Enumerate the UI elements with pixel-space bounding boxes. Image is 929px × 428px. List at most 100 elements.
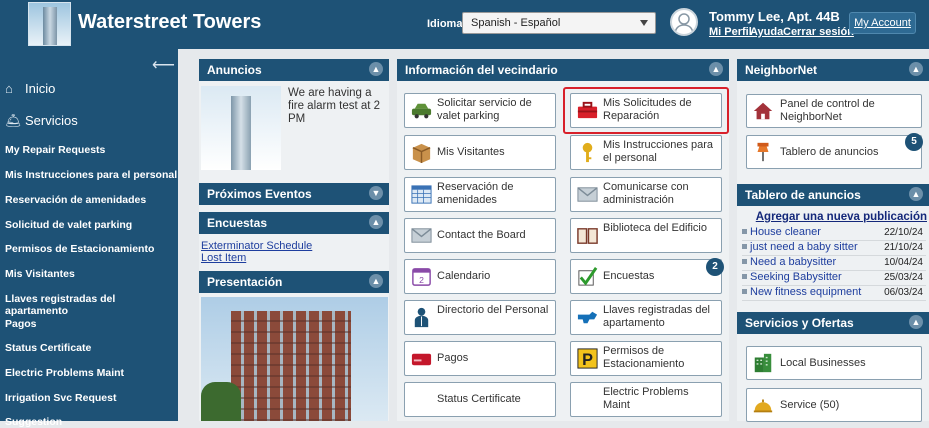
book-icon	[577, 228, 598, 244]
tile-status-certificate[interactable]: Status Certificate	[404, 382, 556, 417]
car-icon	[411, 103, 432, 119]
collapse-icon[interactable]: ▲	[909, 62, 923, 76]
profile-link[interactable]: Mi Perfil	[709, 26, 752, 38]
tile-contact-admin[interactable]: Comunicarse con administración	[570, 177, 722, 212]
tile-service[interactable]: Service (50)	[746, 388, 922, 422]
sidebar-item-status-certificate[interactable]: Status Certificate	[5, 342, 91, 354]
sidebar-item-visitors[interactable]: Mis Visitantes	[5, 268, 75, 280]
tile-library[interactable]: Biblioteca del Edificio	[570, 218, 722, 253]
collapse-icon[interactable]: ▲	[709, 62, 723, 76]
list-item[interactable]: Need a babysitter 10/04/24	[742, 256, 926, 271]
language-value: Spanish - Español	[471, 17, 561, 29]
list-item[interactable]: Seeking Babysitter 25/03/24	[742, 271, 926, 286]
user-name: Tommy Lee, Apt. 44B	[709, 9, 840, 24]
tile-payments[interactable]: Pagos	[404, 341, 556, 376]
presentation-image	[201, 297, 388, 421]
collapse-arrow-icon[interactable]: ⟵	[152, 55, 175, 75]
collapse-icon[interactable]: ▲	[909, 187, 923, 201]
tile-staff-directory[interactable]: Directorio del Personal	[404, 300, 556, 335]
bullet-icon	[742, 289, 747, 294]
bullet-icon	[742, 229, 747, 234]
survey-link[interactable]: Exterminator Schedule	[201, 240, 312, 252]
collapse-icon[interactable]: ▲	[909, 315, 923, 329]
collapse-icon[interactable]: ▲	[369, 274, 383, 288]
envelope-icon	[411, 228, 432, 243]
collapse-icon[interactable]: ▲	[369, 215, 383, 229]
anuncios-text: We are having a fire alarm test at 2 PM	[288, 87, 381, 125]
expand-icon[interactable]: ▼	[369, 186, 383, 200]
sidebar-item-repair-requests[interactable]: My Repair Requests	[5, 144, 105, 156]
add-post-link[interactable]: Agregar una nueva publicación	[756, 211, 927, 223]
neighbornet-header: NeighborNet ▲	[737, 59, 929, 81]
tile-contact-board[interactable]: Contact the Board	[404, 218, 556, 253]
tile-registered-keys[interactable]: Llaves registradas del apartamento	[570, 300, 722, 335]
bullet-icon	[742, 244, 747, 249]
key-icon	[582, 142, 593, 163]
eventos-header[interactable]: Próximos Eventos ▼	[199, 183, 389, 205]
notification-badge: 5	[905, 133, 923, 151]
sidebar-item-suggestion[interactable]: Suggestion	[5, 416, 62, 428]
anuncios-image	[201, 86, 281, 170]
sidebar-item-parking[interactable]: Permisos de Estacionamiento	[5, 243, 154, 255]
envelope-icon	[577, 187, 598, 202]
list-item[interactable]: House cleaner 22/10/24	[742, 226, 926, 241]
house-icon	[753, 102, 773, 120]
survey-link[interactable]: Lost Item	[201, 252, 246, 264]
checkmark-icon	[578, 267, 598, 286]
tablero-header: Tablero de anuncios ▲	[737, 184, 929, 206]
app-title: Waterstreet Towers	[78, 11, 262, 33]
vecindario-header: Información del vecindario ▲	[397, 59, 729, 81]
encuestas-header: Encuestas ▲	[199, 212, 389, 234]
svg-text:P: P	[582, 351, 593, 369]
service-bell-icon: 🛎	[5, 113, 22, 128]
help-link[interactable]: Ayuda	[750, 26, 783, 38]
anuncios-header: Anuncios ▲	[199, 59, 389, 81]
sidebar-item-servicios[interactable]: 🛎 Servicios	[5, 113, 78, 129]
bullet-icon	[742, 274, 747, 279]
parking-icon: P	[577, 348, 598, 369]
list-item[interactable]: just need a baby sitter 21/10/24	[742, 241, 926, 256]
pushpin-icon	[757, 142, 769, 162]
tile-calendar[interactable]: 2 Calendario	[404, 259, 556, 294]
tile-surveys[interactable]: Encuestas	[570, 259, 722, 294]
bullet-icon	[742, 259, 747, 264]
tile-amenities[interactable]: Reservación de amenidades	[404, 177, 556, 212]
avatar[interactable]	[670, 8, 698, 36]
header-bar: Waterstreet Towers Idioma: Spanish - Esp…	[0, 0, 929, 49]
sidebar-item-electric[interactable]: Electric Problems Maint	[5, 367, 124, 379]
visitors-box-icon	[412, 143, 431, 164]
tile-parking-permits[interactable]: P Permisos de Estacionamiento	[570, 341, 722, 376]
collapse-icon[interactable]: ▲	[369, 62, 383, 76]
language-select[interactable]: Spanish - Español	[462, 12, 656, 34]
tile-visitors[interactable]: Mis Visitantes	[404, 135, 556, 170]
sidebar-item-payments[interactable]: Pagos	[5, 318, 37, 330]
tile-local-businesses[interactable]: Local Businesses	[746, 346, 922, 380]
sidebar-item-valet[interactable]: Solicitud de valet parking	[5, 219, 132, 231]
list-item[interactable]: New fitness equipment 06/03/24	[742, 286, 926, 301]
tile-valet-parking[interactable]: Solicitar servicio de valet parking	[404, 93, 556, 128]
tile-neighbornet-dashboard[interactable]: Panel de control de NeighborNet	[746, 94, 922, 128]
svg-text:2: 2	[419, 275, 424, 285]
language-label: Idioma:	[427, 18, 467, 30]
sidebar-item-staff-instructions[interactable]: Mis Instrucciones para el personal	[5, 169, 177, 181]
my-account-button[interactable]: My Account	[849, 12, 916, 34]
sidebar-item-keys[interactable]: Llaves registradas del apartamento	[5, 293, 178, 317]
tile-bulletin-board[interactable]: Tablero de anuncios	[746, 135, 922, 169]
calendar-grid-icon	[411, 185, 432, 204]
building-icon	[754, 353, 772, 373]
logout-link[interactable]: Cerrar sesión	[783, 26, 854, 38]
credit-card-icon	[411, 353, 432, 366]
chevron-down-icon	[640, 20, 648, 26]
sidebar-item-label: Inicio	[25, 81, 56, 96]
sidebar-item-irrigation[interactable]: Irrigation Svc Request	[5, 392, 116, 404]
sidebar-item-amenities[interactable]: Reservación de amenidades	[5, 194, 146, 206]
sidebar-item-label: Servicios	[25, 113, 78, 128]
home-icon: ⌂	[5, 81, 13, 96]
tile-electric-problems[interactable]: Electric Problems Maint	[570, 382, 722, 417]
tile-staff-instructions[interactable]: Mis Instrucciones para el personal	[570, 135, 722, 170]
sidebar-item-inicio[interactable]: ⌂ Inicio	[5, 81, 55, 96]
key-ring-icon	[577, 311, 598, 324]
notification-badge: 2	[706, 258, 724, 276]
building-logo	[28, 2, 71, 46]
presentacion-header: Presentación ▲	[199, 271, 389, 293]
